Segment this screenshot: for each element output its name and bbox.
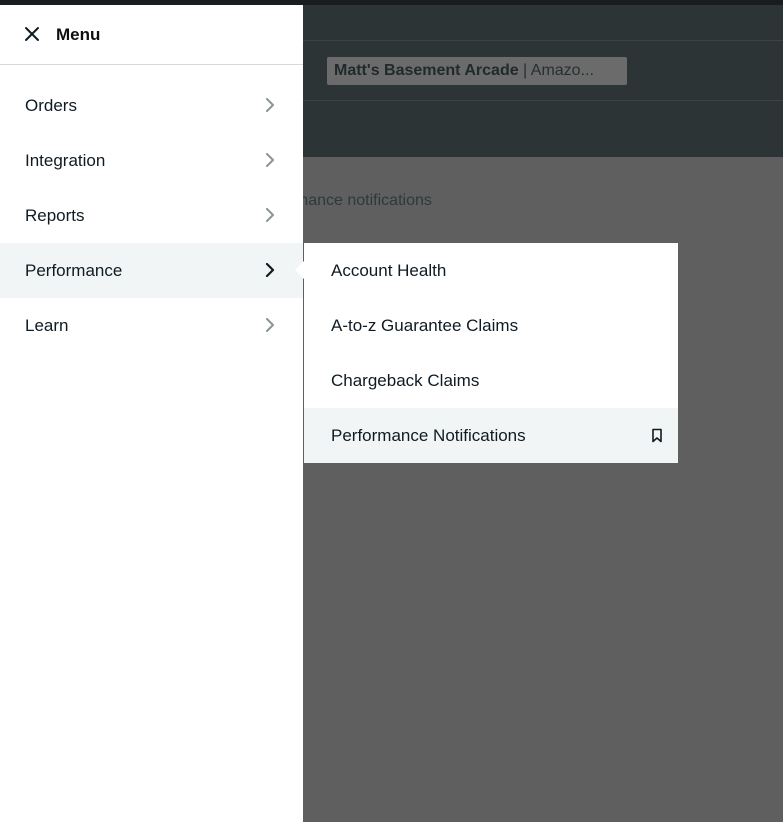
- submenu-item-account-health[interactable]: Account Health: [304, 243, 678, 298]
- chevron-right-icon: [266, 98, 274, 112]
- menu-item-performance[interactable]: Performance: [0, 243, 303, 298]
- side-menu: Menu Orders Integration Reports Performa…: [0, 5, 303, 822]
- menu-item-reports[interactable]: Reports: [0, 188, 303, 243]
- submenu-item-label: Account Health: [331, 261, 447, 280]
- chevron-right-icon: [266, 208, 274, 222]
- store-marketplace: Amazo...: [530, 62, 594, 79]
- submenu-item-label: A-to-z Guarantee Claims: [331, 316, 519, 335]
- store-selector[interactable]: Matt's Basement Arcade | Amazo...: [327, 57, 627, 85]
- submenu-item-a-to-z-claims[interactable]: A-to-z Guarantee Claims: [304, 298, 678, 353]
- submenu-item-label: Chargeback Claims: [331, 371, 480, 390]
- menu-item-label: Reports: [25, 206, 85, 225]
- submenu-item-performance-notifications[interactable]: Performance Notifications: [304, 408, 678, 463]
- menu-title: Menu: [56, 25, 101, 44]
- chevron-right-icon: [265, 263, 275, 277]
- close-icon[interactable]: [24, 26, 40, 42]
- menu-item-label: Integration: [25, 151, 106, 170]
- menu-item-label: Orders: [25, 96, 77, 115]
- menu-item-integration[interactable]: Integration: [0, 133, 303, 188]
- chevron-right-icon: [266, 318, 274, 332]
- menu-list: Orders Integration Reports Performance L…: [0, 78, 303, 353]
- chevron-right-icon: [266, 153, 274, 167]
- store-separator: |: [518, 62, 531, 79]
- menu-item-label: Learn: [25, 316, 69, 335]
- menu-header: Menu: [0, 5, 303, 65]
- submenu-item-label: Performance Notifications: [331, 426, 526, 445]
- menu-item-orders[interactable]: Orders: [0, 78, 303, 133]
- performance-submenu: Account Health A-to-z Guarantee Claims C…: [295, 243, 678, 463]
- submenu-item-chargeback-claims[interactable]: Chargeback Claims: [304, 353, 678, 408]
- store-name: Matt's Basement Arcade: [334, 62, 519, 79]
- submenu-pointer: [295, 261, 304, 279]
- bookmark-icon[interactable]: [651, 428, 663, 443]
- menu-item-label: Performance: [25, 261, 123, 280]
- menu-item-learn[interactable]: Learn: [0, 298, 303, 353]
